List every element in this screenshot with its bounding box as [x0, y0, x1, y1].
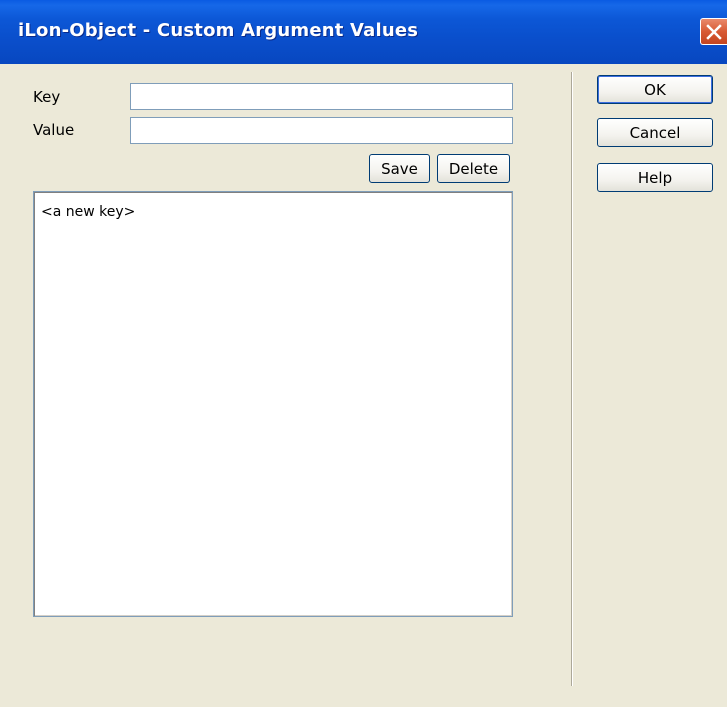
key-input[interactable]: [130, 83, 513, 110]
divider: [571, 72, 572, 686]
help-button[interactable]: Help: [597, 163, 713, 192]
cancel-button[interactable]: Cancel: [597, 118, 713, 147]
window-title: iLon-Object - Custom Argument Values: [18, 20, 419, 41]
delete-button[interactable]: Delete: [437, 154, 510, 183]
key-label: Key: [33, 88, 61, 106]
close-icon: [706, 24, 722, 40]
list-item[interactable]: <a new key>: [41, 204, 135, 220]
save-button[interactable]: Save: [369, 154, 430, 183]
value-label: Value: [33, 121, 75, 139]
title-bar[interactable]: iLon-Object - Custom Argument Values: [0, 0, 727, 64]
value-input[interactable]: [130, 117, 513, 144]
key-list[interactable]: <a new key>: [33, 191, 513, 617]
close-button[interactable]: [700, 18, 727, 45]
ok-button[interactable]: OK: [597, 75, 713, 104]
